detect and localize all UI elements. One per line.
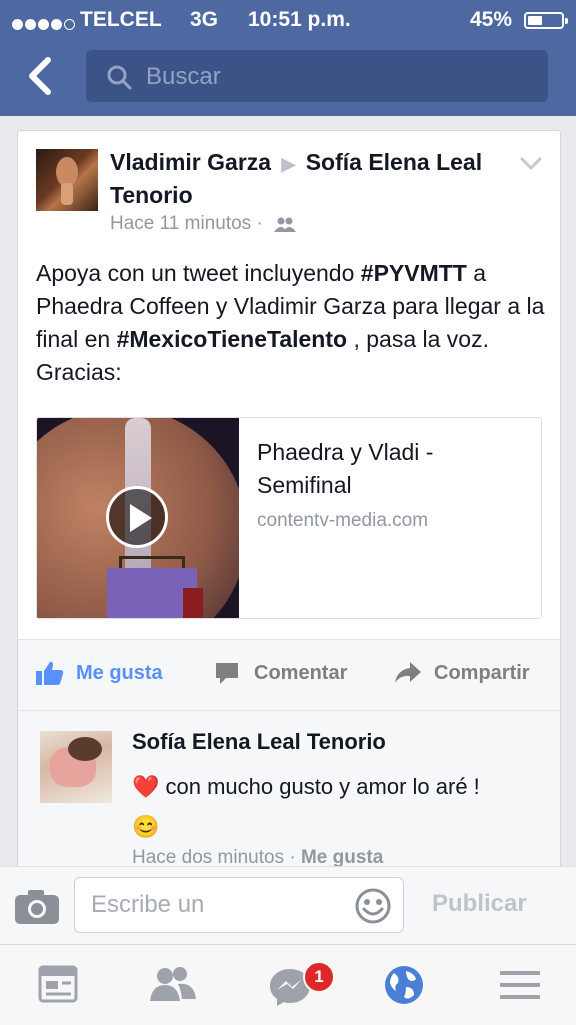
search-input[interactable]: Buscar xyxy=(86,50,548,102)
globe-notifications-icon[interactable] xyxy=(384,965,424,1005)
back-chevron-icon[interactable] xyxy=(24,56,58,96)
hashtag-link[interactable]: #PYVMTT xyxy=(361,260,467,286)
post-meta: Hace 11 minutos · xyxy=(110,213,297,235)
tab-bar: 1 xyxy=(0,944,576,1025)
messages-badge: 1 xyxy=(303,961,335,993)
emoji-smiley-icon[interactable] xyxy=(355,888,391,924)
link-title[interactable]: Phaedra y Vladi - Semifinal xyxy=(257,436,527,502)
chevron-down-icon[interactable] xyxy=(520,157,542,171)
post-header: Vladimir Garza ▶ Sofía Elena Leal Tenori… xyxy=(110,147,510,211)
status-bar: TELCEL 3G 10:51 p.m. 45% xyxy=(12,6,568,32)
post-card: Vladimir Garza ▶ Sofía Elena Leal Tenori… xyxy=(17,130,561,866)
comment-icon xyxy=(216,663,238,684)
feed[interactable]: Vladimir Garza ▶ Sofía Elena Leal Tenori… xyxy=(0,116,576,866)
search-icon xyxy=(107,65,132,90)
smile-emoji: 😊 xyxy=(132,814,160,839)
comment-input[interactable]: Escribe un xyxy=(74,877,404,933)
search-placeholder: Buscar xyxy=(146,63,221,90)
commenter-avatar[interactable] xyxy=(40,731,112,803)
meta-separator: · xyxy=(289,847,296,866)
like-label: Me gusta xyxy=(76,662,163,684)
comment: Sofía Elena Leal Tenorio ❤️ con mucho gu… xyxy=(18,711,560,866)
signal-strength-icon xyxy=(12,12,77,36)
post-text-part: Apoya con un tweet incluyendo xyxy=(36,260,361,286)
heart-emoji: ❤️ xyxy=(132,774,160,799)
thumbs-up-icon xyxy=(36,661,64,685)
meta-separator: · xyxy=(256,213,263,234)
share-label: Compartir xyxy=(434,662,530,684)
comment-meta: Hace dos minutos · Me gusta xyxy=(132,847,383,866)
comment-time: Hace dos minutos xyxy=(132,847,285,866)
action-bar: Me gusta Comentar Compartir xyxy=(18,639,560,711)
news-feed-icon[interactable] xyxy=(38,965,78,1003)
comment-label: Comentar xyxy=(254,662,348,684)
carrier-name: TELCEL xyxy=(80,8,162,31)
battery-icon xyxy=(524,12,568,29)
menu-hamburger-icon[interactable] xyxy=(500,969,540,1001)
publish-button[interactable]: Publicar xyxy=(432,890,527,918)
post-text: Apoya con un tweet incluyendo #PYVMTT a … xyxy=(36,257,548,389)
video-thumbnail[interactable] xyxy=(37,418,239,618)
link-domain: contentv-media.com xyxy=(257,510,429,531)
author-name-link[interactable]: Vladimir Garza xyxy=(110,149,271,175)
network-type: 3G xyxy=(190,8,219,31)
top-bar: TELCEL 3G 10:51 p.m. 45% Buscar xyxy=(0,0,576,116)
link-preview[interactable]: Phaedra y Vladi - Semifinal contentv-med… xyxy=(36,417,542,619)
hashtag-link[interactable]: #MexicoTieneTalento xyxy=(117,326,348,352)
friends-privacy-icon xyxy=(274,217,297,232)
camera-icon[interactable] xyxy=(14,889,60,925)
post-time[interactable]: Hace 11 minutos xyxy=(110,213,251,234)
comment-like-link[interactable]: Me gusta xyxy=(301,847,383,866)
battery-percent: 45% xyxy=(469,8,512,31)
friend-requests-icon[interactable] xyxy=(150,965,196,1003)
comment-placeholder: Escribe un xyxy=(91,891,205,918)
commenter-name[interactable]: Sofía Elena Leal Tenorio xyxy=(132,729,386,755)
comment-body: con mucho gusto y amor lo aré ! xyxy=(159,774,480,799)
share-arrow-icon xyxy=(395,662,421,683)
comment-text: ❤️ con mucho gusto y amor lo aré ! 😊 xyxy=(132,767,542,847)
author-avatar[interactable] xyxy=(36,149,98,211)
comment-composer: Escribe un Publicar xyxy=(0,866,576,945)
clock: 10:51 p.m. xyxy=(248,8,351,31)
arrow-right-icon: ▶ xyxy=(281,154,296,174)
play-icon[interactable] xyxy=(106,486,168,548)
